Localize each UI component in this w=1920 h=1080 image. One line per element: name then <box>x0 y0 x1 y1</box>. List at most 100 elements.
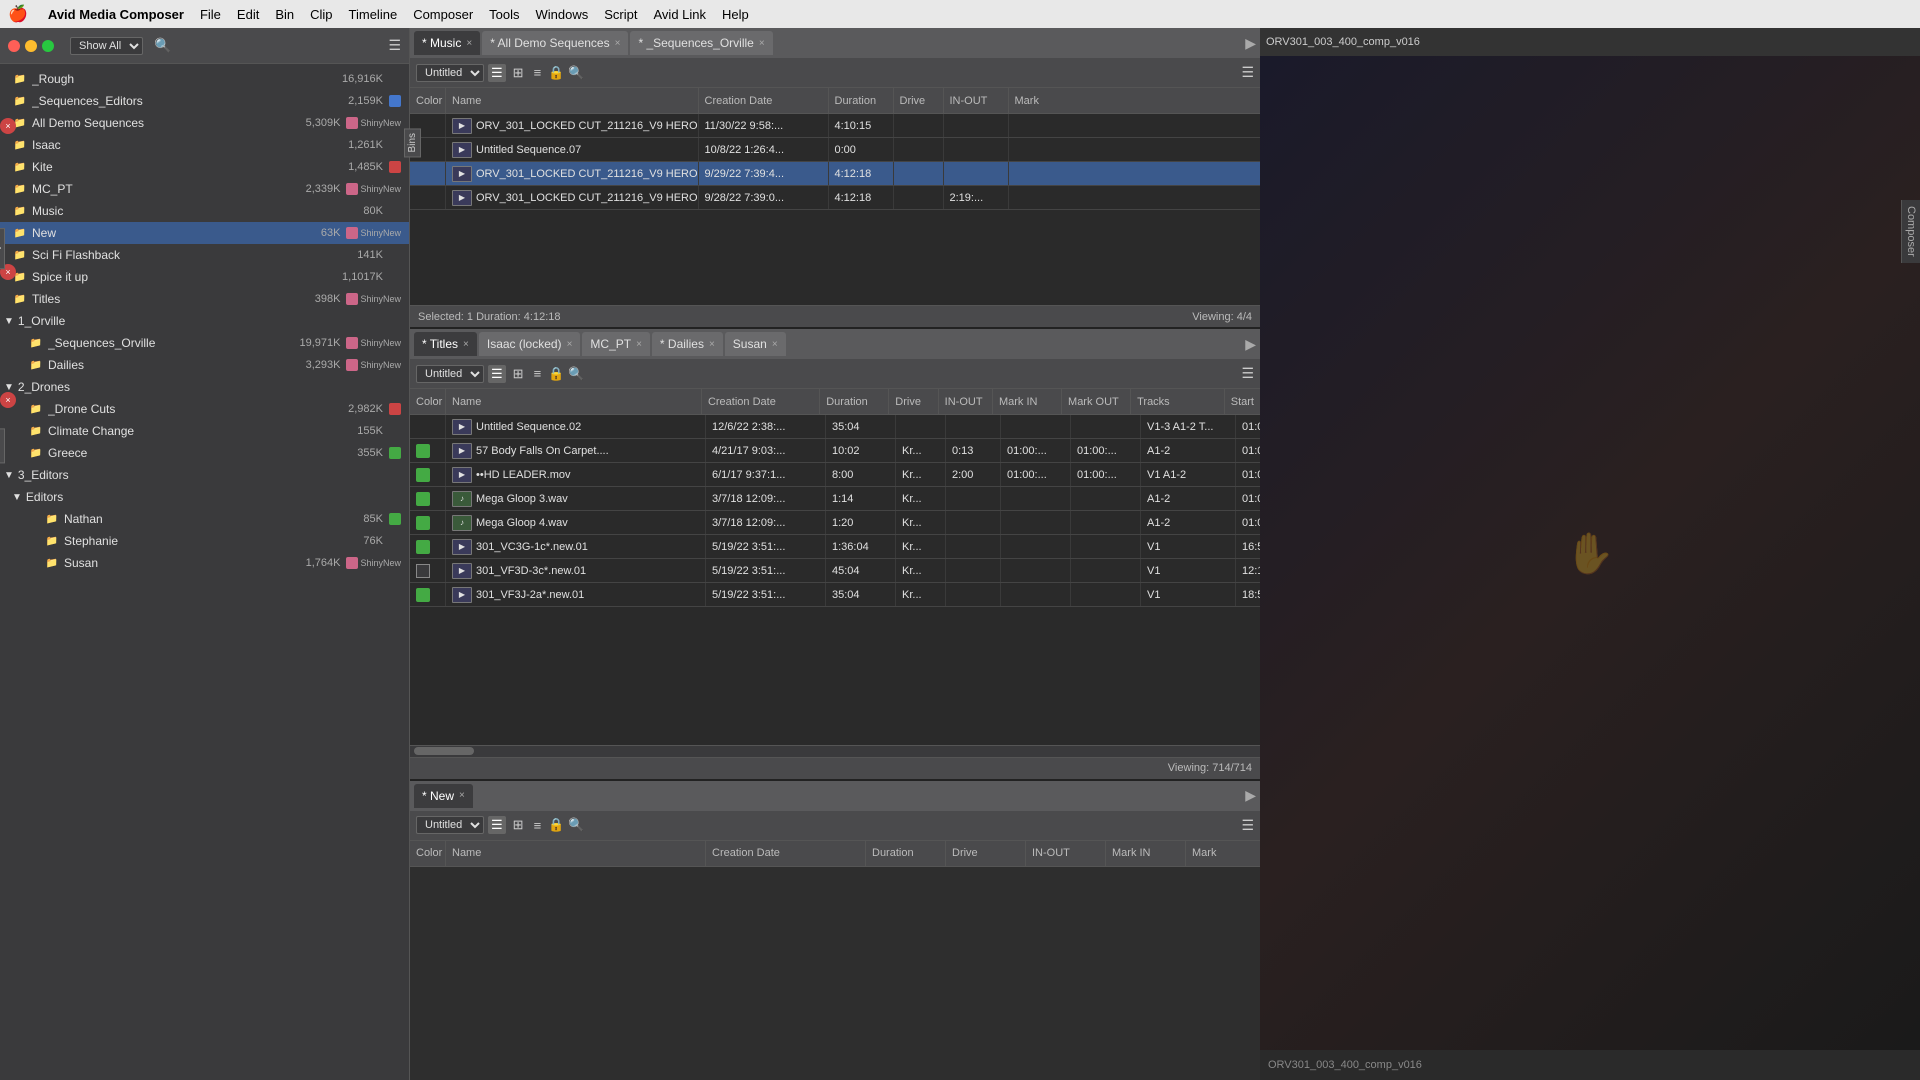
bin-item-music[interactable]: 📁 Music 80K <box>0 200 409 222</box>
bin-item-rough[interactable]: 📁 _Rough 16,916K <box>0 68 409 90</box>
tab-sequences-orville[interactable]: * _Sequences_Orville × <box>630 31 772 55</box>
music-th-dur[interactable]: Duration <box>829 88 894 113</box>
panel-x-btn-3[interactable]: × <box>0 392 16 408</box>
effect-side-label[interactable]: Effect <box>0 428 5 463</box>
tab-all-demo-close[interactable]: × <box>615 38 621 49</box>
music-th-name[interactable]: Name <box>446 88 699 113</box>
titles-view-select[interactable]: Untitled <box>416 365 484 383</box>
titles-lock-btn[interactable]: 🔒 <box>548 366 564 382</box>
new-lock-btn[interactable]: 🔒 <box>548 817 564 833</box>
music-th-drive[interactable]: Drive <box>894 88 944 113</box>
titles-th-dur[interactable]: Duration <box>820 389 889 414</box>
tab-susan-close[interactable]: × <box>772 339 778 350</box>
titles-row-2[interactable]: ▶57 Body Falls On Carpet.... 4/21/17 9:0… <box>410 439 1260 463</box>
tab-isaac-close[interactable]: × <box>567 339 573 350</box>
titles-th-markin[interactable]: Mark IN <box>993 389 1062 414</box>
music-lock-btn[interactable]: 🔒 <box>548 65 564 81</box>
tab-nav-arrow-titles[interactable]: ▶ <box>1245 336 1256 353</box>
titles-th-markout[interactable]: Mark OUT <box>1062 389 1131 414</box>
menu-file[interactable]: File <box>200 7 221 22</box>
tab-isaac[interactable]: Isaac (locked) × <box>479 332 581 356</box>
tab-music-close[interactable]: × <box>466 38 472 49</box>
titles-th-drive[interactable]: Drive <box>889 389 938 414</box>
bin-item-1-orville[interactable]: ▼ 1_Orville <box>0 310 409 332</box>
new-frame-view-btn[interactable]: ⊞ <box>510 816 527 834</box>
bin-item-demo-seq[interactable]: 📁 All Demo Sequences 5,309K ShinyNew <box>0 112 409 134</box>
menu-bin[interactable]: Bin <box>275 7 294 22</box>
music-row-3[interactable]: ▶ORV_301_LOCKED CUT_211216_V9 HERO.Copy.… <box>410 162 1260 186</box>
tab-mc-pt[interactable]: MC_PT × <box>582 332 650 356</box>
window-min-btn[interactable] <box>25 40 37 52</box>
tab-music[interactable]: * Music × <box>414 31 480 55</box>
bin-item-mc-pt[interactable]: 📁 MC_PT 2,339K ShinyNew <box>0 178 409 200</box>
apple-menu[interactable]: 🍎 <box>8 4 28 24</box>
tab-new-close[interactable]: × <box>459 790 465 801</box>
titles-row-8[interactable]: ▶301_VF3J-2a*.new.01 5/19/22 3:51:... 35… <box>410 583 1260 607</box>
menu-timeline[interactable]: Timeline <box>349 7 398 22</box>
menu-tools[interactable]: Tools <box>489 7 519 22</box>
bin-item-spice[interactable]: 📁 Spice it up 1,1017K <box>0 266 409 288</box>
bin-item-greece[interactable]: 📁 Greece 355K <box>0 442 409 464</box>
titles-row-6[interactable]: ▶301_VC3G-1c*.new.01 5/19/22 3:51:... 1:… <box>410 535 1260 559</box>
bin-item-isaac[interactable]: 📁 Isaac 1,261K <box>0 134 409 156</box>
app-name[interactable]: Avid Media Composer <box>48 7 184 22</box>
music-script-view-btn[interactable]: ≡ <box>531 64 545 81</box>
tab-nav-arrow-music[interactable]: ▶ <box>1245 35 1256 52</box>
music-text-view-btn[interactable]: ☰ <box>488 64 506 82</box>
titles-th-start[interactable]: Start <box>1225 389 1260 414</box>
new-th-mark[interactable]: Mark <box>1186 841 1260 866</box>
menu-clip[interactable]: Clip <box>310 7 332 22</box>
music-row-2[interactable]: ▶Untitled Sequence.07 10/8/22 1:26:4... … <box>410 138 1260 162</box>
tab-titles-close[interactable]: × <box>463 339 469 350</box>
bin-search-btn[interactable]: 🔍 <box>151 36 175 56</box>
tab-nav-arrow-new[interactable]: ▶ <box>1245 787 1256 804</box>
menu-composer[interactable]: Composer <box>413 7 473 22</box>
titles-frame-view-btn[interactable]: ⊞ <box>510 365 527 383</box>
bin-item-dailies[interactable]: 📁 Dailies 3,293K ShinyNew <box>0 354 409 376</box>
music-th-inout[interactable]: IN-OUT <box>944 88 1009 113</box>
new-text-view-btn[interactable]: ☰ <box>488 816 506 834</box>
tab-dailies-close[interactable]: × <box>709 339 715 350</box>
bin-item-2-drones[interactable]: ▼ 2_Drones <box>0 376 409 398</box>
titles-row-5[interactable]: ♪Mega Gloop 4.wav 3/7/18 12:09:... 1:20 … <box>410 511 1260 535</box>
titles-row-4[interactable]: ♪Mega Gloop 3.wav 3/7/18 12:09:... 1:14 … <box>410 487 1260 511</box>
tab-mc-pt-close[interactable]: × <box>636 339 642 350</box>
music-frame-view-btn[interactable]: ⊞ <box>510 64 527 82</box>
bin-item-seq-editors[interactable]: 📁 _Sequences_Editors 2,159K <box>0 90 409 112</box>
bin-item-scifi[interactable]: 📁 Sci Fi Flashback 141K <box>0 244 409 266</box>
titles-settings-btn[interactable]: ☰ <box>1241 365 1254 382</box>
bin-item-climate[interactable]: 📁 Climate Change 155K <box>0 420 409 442</box>
titles-row-1[interactable]: ▶Untitled Sequence.02 12/6/22 2:38:... 3… <box>410 415 1260 439</box>
titles-hscrollbar[interactable] <box>414 747 474 755</box>
titles-th-inout[interactable]: IN-OUT <box>939 389 993 414</box>
bins-side-label[interactable]: Bins <box>404 128 421 157</box>
titles-row-3[interactable]: ▶••HD LEADER.mov 6/1/17 9:37:1... 8:00 K… <box>410 463 1260 487</box>
titles-th-color[interactable]: Color <box>410 389 446 414</box>
tab-sequences-orville-close[interactable]: × <box>759 38 765 49</box>
new-th-name[interactable]: Name <box>446 841 706 866</box>
bin-item-seq-orville[interactable]: 📁 _Sequences_Orville 19,971K ShinyNew <box>0 332 409 354</box>
bin-item-new[interactable]: 📁 New 63K ShinyNew <box>0 222 409 244</box>
menu-avid-link[interactable]: Avid Link <box>654 7 707 22</box>
new-script-view-btn[interactable]: ≡ <box>531 817 545 834</box>
music-row-1[interactable]: ▶ORV_301_LOCKED CUT_211216_V9 HERO.Copy.… <box>410 114 1260 138</box>
composer-side-label[interactable]: Composer <box>1901 200 1920 263</box>
new-th-color[interactable]: Color <box>410 841 446 866</box>
tab-titles[interactable]: * Titles × <box>414 332 477 356</box>
titles-th-name[interactable]: Name <box>446 389 702 414</box>
new-search-btn[interactable]: 🔍 <box>568 817 584 833</box>
bin-item-nathan[interactable]: 📁 Nathan 85K <box>0 508 409 530</box>
bin-item-3-editors[interactable]: ▼ 3_Editors <box>0 464 409 486</box>
music-search-btn[interactable]: 🔍 <box>568 65 584 81</box>
titles-script-view-btn[interactable]: ≡ <box>531 365 545 382</box>
menu-script[interactable]: Script <box>604 7 637 22</box>
tab-dailies[interactable]: * Dailies × <box>652 332 723 356</box>
tab-susan[interactable]: Susan × <box>725 332 786 356</box>
bin-item-kite[interactable]: 📁 Kite 1,485K <box>0 156 409 178</box>
project-side-label[interactable]: Project <box>0 228 5 269</box>
bin-item-susan[interactable]: 📁 Susan 1,764K ShinyNew <box>0 552 409 574</box>
new-view-select[interactable]: Untitled <box>416 816 484 834</box>
music-th-date[interactable]: Creation Date <box>699 88 829 113</box>
bin-item-editors[interactable]: ▼ Editors <box>0 486 409 508</box>
bin-item-stephanie[interactable]: 📁 Stephanie 76K <box>0 530 409 552</box>
